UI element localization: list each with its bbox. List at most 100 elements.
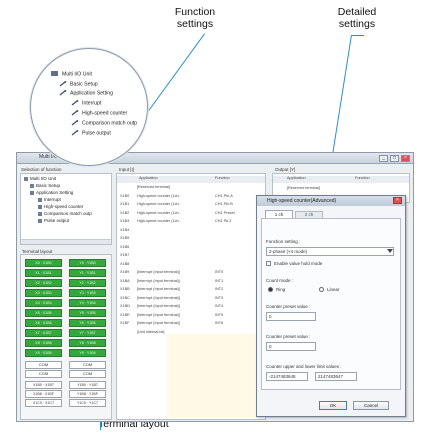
row-function: INT4 [215,304,224,308]
terminal-com-right-2[interactable]: COM [69,370,106,378]
terminal-left-8[interactable]: X8 · X1B8 [25,339,62,347]
output-grid-header: Application Function [273,176,409,183]
tree-item-high-speed-counter[interactable]: High-speed counter [38,204,83,209]
terminal-left-0[interactable]: X0 · X1B0 [25,259,62,267]
terminal-left-3[interactable]: X3 · X1B3 [25,289,62,297]
mag-tree-high-speed-counter: High-speed counter [71,110,127,116]
row-application: [Interrupt (Input terminal)] [137,312,180,317]
header-application: Application [139,176,158,180]
output-pane-title: Output [Y] [275,167,296,172]
tree-item-pulse-output[interactable]: Pulse output [38,218,69,223]
terminal-left-1[interactable]: X1 · X1B1 [25,269,62,277]
wrench-icon [38,218,42,223]
table-row[interactable]: X1B2 High-speed counter (1ch.. CH1 Preset [117,211,265,217]
row-application: [Interrupt (Input terminal)] [137,287,180,291]
table-row[interactable]: X1BB [Interrupt (Input terminal)] INT2 [117,287,265,293]
count-mode-label: Count mode : [266,278,294,283]
terminal-right-3[interactable]: Y3 · Y1B3 [69,289,106,297]
maximize-button[interactable]: □ [390,155,399,162]
horizontal-scrollbar[interactable] [21,239,111,244]
cancel-button[interactable]: Cancel [353,401,389,410]
table-row[interactable]: X1B1 High-speed counter (1ch.. CH1 Phi.B [117,202,265,208]
terminal-left-4[interactable]: X4 · X1B4 [25,299,62,307]
terminal-right-0[interactable]: Y0 · Y1B0 [69,259,106,267]
table-row[interactable]: X1BF [Interrupt (Input terminal)] INT6 [117,321,265,327]
terminal-right-6[interactable]: Y6 · Y1B6 [69,319,106,327]
row-address: X1BA [120,278,130,283]
terminal-right-7[interactable]: Y7 · Y1B7 [69,329,106,337]
terminal-com-left-2[interactable]: COM [25,370,62,378]
counter-preset2-input[interactable]: 0 [266,342,316,351]
row-address: X1B7 [120,253,130,257]
table-row[interactable]: X1B0 High-speed counter (1ch.. CH1 Phi.A [117,194,265,200]
wrench-icon [38,197,42,202]
terminal-range-left-0: X1B0 · X1B7 [25,381,62,389]
table-row[interactable]: X1B5 [117,236,265,242]
tree-item-interrupt[interactable]: Interrupt [38,197,61,202]
tree-item-comparison-match[interactable]: Comparison match outp [38,211,92,216]
minimize-button[interactable]: _ [379,155,388,162]
header-function: Function [215,176,230,180]
detailed-settings-callout: Detailed settings [337,6,377,30]
limit-label: Counter upper and lower limit values : [266,364,342,369]
radio-linear-label: Linear [327,287,340,292]
close-button[interactable]: × [401,155,410,162]
terminal-right-8[interactable]: Y8 · Y1B8 [69,339,106,347]
ok-button[interactable]: OK [319,401,347,410]
terminal-left-7[interactable]: X7 · X1B7 [25,329,62,337]
radio-linear[interactable] [319,287,324,292]
table-row[interactable]: X1BC [Interrupt (Input terminal)] INT3 [117,296,265,302]
terminal-right-9[interactable]: Y9 · Y1B9 [69,349,106,357]
function-settings-magnifier: Multi I/O Unit Basic Setup Application S… [30,48,148,166]
row-address: X1B3 [120,219,130,223]
radio-ring[interactable] [268,287,273,292]
hold-mode-checkbox[interactable] [266,261,271,266]
limit-high-input[interactable]: 2147483647 [315,372,357,381]
row-address: X1BC [120,295,130,300]
mag-tree-comparison-match: Comparison match outp [71,120,137,126]
table-row[interactable]: X1B9 [Interrupt (Input terminal)] INT0 [117,270,265,276]
wrench-icon [38,211,42,216]
grid-yellow-region [167,334,263,418]
table-row[interactable]: X1BE [Interrupt (Input terminal)] INT5 [117,313,265,319]
function-setting-select[interactable]: 2-phase (×4 mode) [266,247,394,256]
grid-header: Application Function [117,176,265,183]
limit-low-input[interactable]: -2147483648 [266,372,308,381]
terminal-range-left-2: X1C0 · X1C7 [25,399,62,407]
table-row[interactable]: X1B7 [117,253,265,259]
table-row[interactable]: [Reserved terminal] [117,185,265,191]
tab-1ch[interactable]: 1 ch [265,210,293,218]
row-application: [Interrupt (Input terminal)] [137,304,180,308]
terminal-right-1[interactable]: Y1 · Y1B1 [69,269,106,277]
mag-tree-interrupt: Interrupt [71,100,101,106]
counter-preset-input[interactable]: 0 [266,312,316,321]
table-row[interactable]: X1B6 [117,245,265,251]
terminal-left-6[interactable]: X6 · X1B6 [25,319,62,327]
terminal-left-5[interactable]: X5 · X1B5 [25,309,62,317]
terminal-com-left[interactable]: COM [25,361,62,369]
terminal-com-right[interactable]: COM [69,361,106,369]
table-row[interactable]: X1B8 [117,262,265,268]
function-setting-label: Function setting : [266,239,301,244]
tab-2ch[interactable]: 2 ch [295,211,323,218]
tree-root[interactable]: Multi I/O Unit [24,176,56,181]
terminal-left-9[interactable]: X9 · X1B9 [25,349,62,357]
terminal-range-left-1: X1B8 · X1BF [25,390,62,398]
terminal-right-4[interactable]: Y4 · Y1B4 [69,299,106,307]
counter-preset-label: Counter preset value : [266,304,311,309]
row-application: [Interrupt (Input terminal)] [137,278,180,283]
table-row[interactable]: X1BA [Interrupt (Input terminal)] INT1 [117,279,265,285]
table-row[interactable]: X1B4 [117,228,265,234]
wrench-icon [30,183,34,188]
terminal-left-2[interactable]: X2 · X1B2 [25,279,62,287]
tree-item-application-setting[interactable]: Application Setting [30,190,73,195]
table-row[interactable]: X1BD [Interrupt (Input terminal)] INT4 [117,304,265,310]
tree-item-basic-setup[interactable]: Basic Setup [30,183,60,188]
dialog-close-button[interactable]: × [393,197,402,204]
wrench-icon [59,81,67,87]
mag-tree-pulse-output: Pulse output [71,130,111,136]
chevron-down-icon[interactable] [387,249,393,253]
terminal-right-2[interactable]: Y2 · Y1B2 [69,279,106,287]
table-row[interactable]: X1B3 High-speed counter (1ch.. CH1 PA Z [117,219,265,225]
terminal-right-5[interactable]: Y5 · Y1B5 [69,309,106,317]
